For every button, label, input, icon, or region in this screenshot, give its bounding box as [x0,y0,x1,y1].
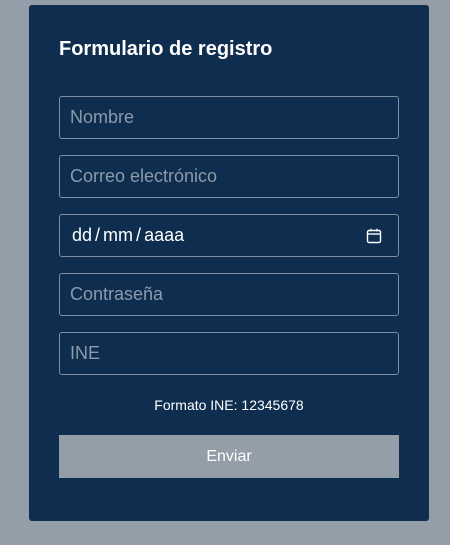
ine-input[interactable] [59,332,399,375]
ine-format-hint: Formato INE: 12345678 [154,397,304,413]
email-input[interactable] [59,155,399,198]
date-year-segment[interactable]: aaaa [144,225,184,246]
name-input[interactable] [59,96,399,139]
date-separator: / [136,225,142,245]
birthdate-input[interactable]: dd / mm / aaaa [59,214,399,257]
date-separator: / [95,225,101,245]
registration-form-card: Formulario de registro dd / mm / aaaa Fo… [29,5,429,521]
form-title: Formulario de registro [59,38,273,60]
submit-button[interactable]: Enviar [59,435,399,478]
date-day-segment[interactable]: dd [72,225,92,246]
password-input[interactable] [59,273,399,316]
date-month-segment[interactable]: mm [103,225,133,246]
date-segments: dd / mm / aaaa [70,225,184,246]
calendar-icon[interactable] [366,228,382,244]
